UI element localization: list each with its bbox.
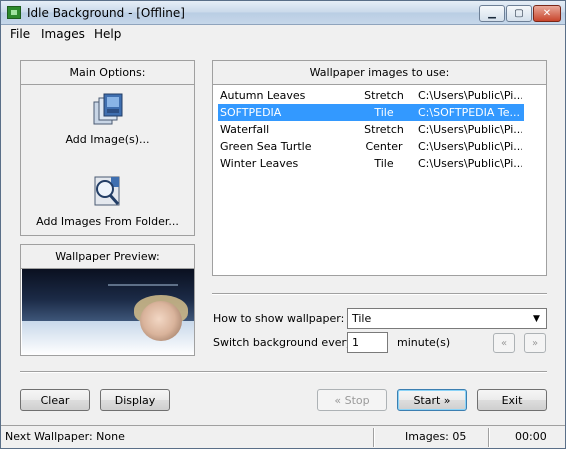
wallpaper-path: C:\Users\Public\Pi... (418, 123, 522, 136)
window-title: Idle Background - [Offline] (27, 6, 185, 20)
start-button[interactable]: Start » (397, 389, 467, 411)
wallpaper-path: C:\SOFTPEDIA Te... (418, 106, 521, 119)
interval-value: 1 (352, 336, 359, 349)
switch-background-label: Switch background every (213, 336, 353, 349)
wallpaper-style-select[interactable]: Tile ▼ (347, 308, 547, 329)
menu-bar: File Images Help (1, 25, 565, 43)
divider (212, 293, 547, 295)
previous-wallpaper-button[interactable]: « (493, 333, 515, 353)
wallpaper-mode: Tile (374, 106, 394, 119)
wallpaper-style-value: Tile (352, 312, 372, 325)
interval-unit-label: minute(s) (397, 336, 451, 349)
app-icon (7, 6, 21, 19)
add-images-label: Add Image(s)... (65, 133, 150, 146)
search-folder-icon (94, 176, 120, 206)
wallpaper-name: Green Sea Turtle (220, 140, 312, 153)
wallpaper-row-selected[interactable]: SOFTPEDIA Tile C:\SOFTPEDIA Te... (218, 104, 524, 121)
exit-button[interactable]: Exit (477, 389, 547, 411)
wallpaper-name: Winter Leaves (220, 157, 299, 170)
add-images-icon (93, 93, 123, 125)
wallpaper-preview-panel: Wallpaper Preview: (20, 244, 195, 356)
main-options-panel: Main Options: Add Image(s)... Add Images… (20, 60, 195, 236)
maximize-button[interactable]: ▢ (506, 5, 532, 22)
wallpaper-row[interactable]: Winter Leaves Tile C:\Users\Public\Pi... (218, 155, 524, 172)
wallpaper-mode: Tile (374, 157, 394, 170)
wallpaper-list[interactable]: Autumn Leaves Stretch C:\Users\Public\Pi… (214, 85, 546, 275)
status-divider (488, 428, 490, 447)
clear-button[interactable]: Clear (20, 389, 90, 411)
wallpaper-path: C:\Users\Public\Pi... (418, 140, 522, 153)
close-icon: ✕ (542, 8, 552, 19)
wallpaper-row[interactable]: Green Sea Turtle Center C:\Users\Public\… (218, 138, 524, 155)
chevron-down-icon: ▼ (533, 313, 540, 324)
wallpaper-mode: Center (365, 140, 403, 153)
next-wallpaper-button[interactable]: » (524, 333, 546, 353)
wallpaper-list-panel: Wallpaper images to use: Autumn Leaves S… (212, 60, 547, 276)
app-window: Idle Background - [Offline] ▁ ▢ ✕ File I… (0, 0, 566, 449)
wallpaper-name: Autumn Leaves (220, 89, 306, 102)
wallpaper-mode: Stretch (364, 89, 404, 102)
wallpaper-path: C:\Users\Public\Pi... (418, 157, 522, 170)
next-icon: » (531, 337, 539, 349)
previous-icon: « (500, 337, 508, 349)
images-count-status: Images: 05 (405, 430, 467, 443)
timer-status: 00:00 (515, 430, 547, 443)
wallpaper-mode: Stretch (364, 123, 404, 136)
divider (20, 371, 547, 373)
status-bar: Next Wallpaper: None Images: 05 00:00 (1, 425, 565, 448)
stop-button[interactable]: « Stop (317, 389, 387, 411)
wallpaper-list-header: Wallpaper images to use: (213, 61, 546, 85)
preview-header: Wallpaper Preview: (21, 245, 194, 269)
menu-images[interactable]: Images (41, 27, 85, 41)
wallpaper-name: SOFTPEDIA (220, 106, 282, 119)
wallpaper-name: Waterfall (220, 123, 270, 136)
wallpaper-row[interactable]: Waterfall Stretch C:\Users\Public\Pi... (218, 121, 524, 138)
wallpaper-row[interactable]: Autumn Leaves Stretch C:\Users\Public\Pi… (218, 87, 524, 104)
minimize-button[interactable]: ▁ (479, 5, 505, 22)
wallpaper-preview-image (22, 269, 194, 355)
menu-help[interactable]: Help (94, 27, 121, 41)
how-to-show-label: How to show wallpaper: (213, 312, 345, 325)
maximize-icon: ▢ (514, 8, 524, 19)
minimize-icon: ▁ (488, 8, 496, 19)
close-button[interactable]: ✕ (533, 5, 561, 22)
next-wallpaper-status: Next Wallpaper: None (5, 430, 125, 443)
add-images-option[interactable]: Add Image(s)... (21, 87, 194, 151)
add-folder-option[interactable]: Add Images From Folder... (21, 169, 194, 233)
interval-input[interactable]: 1 (347, 332, 388, 353)
display-button[interactable]: Display (100, 389, 170, 411)
title-bar[interactable]: Idle Background - [Offline] ▁ ▢ ✕ (1, 1, 565, 25)
add-folder-label: Add Images From Folder... (36, 215, 179, 228)
status-divider (373, 428, 375, 447)
menu-file[interactable]: File (10, 27, 30, 41)
wallpaper-path: C:\Users\Public\Pi... (418, 89, 522, 102)
main-options-header: Main Options: (21, 61, 194, 85)
